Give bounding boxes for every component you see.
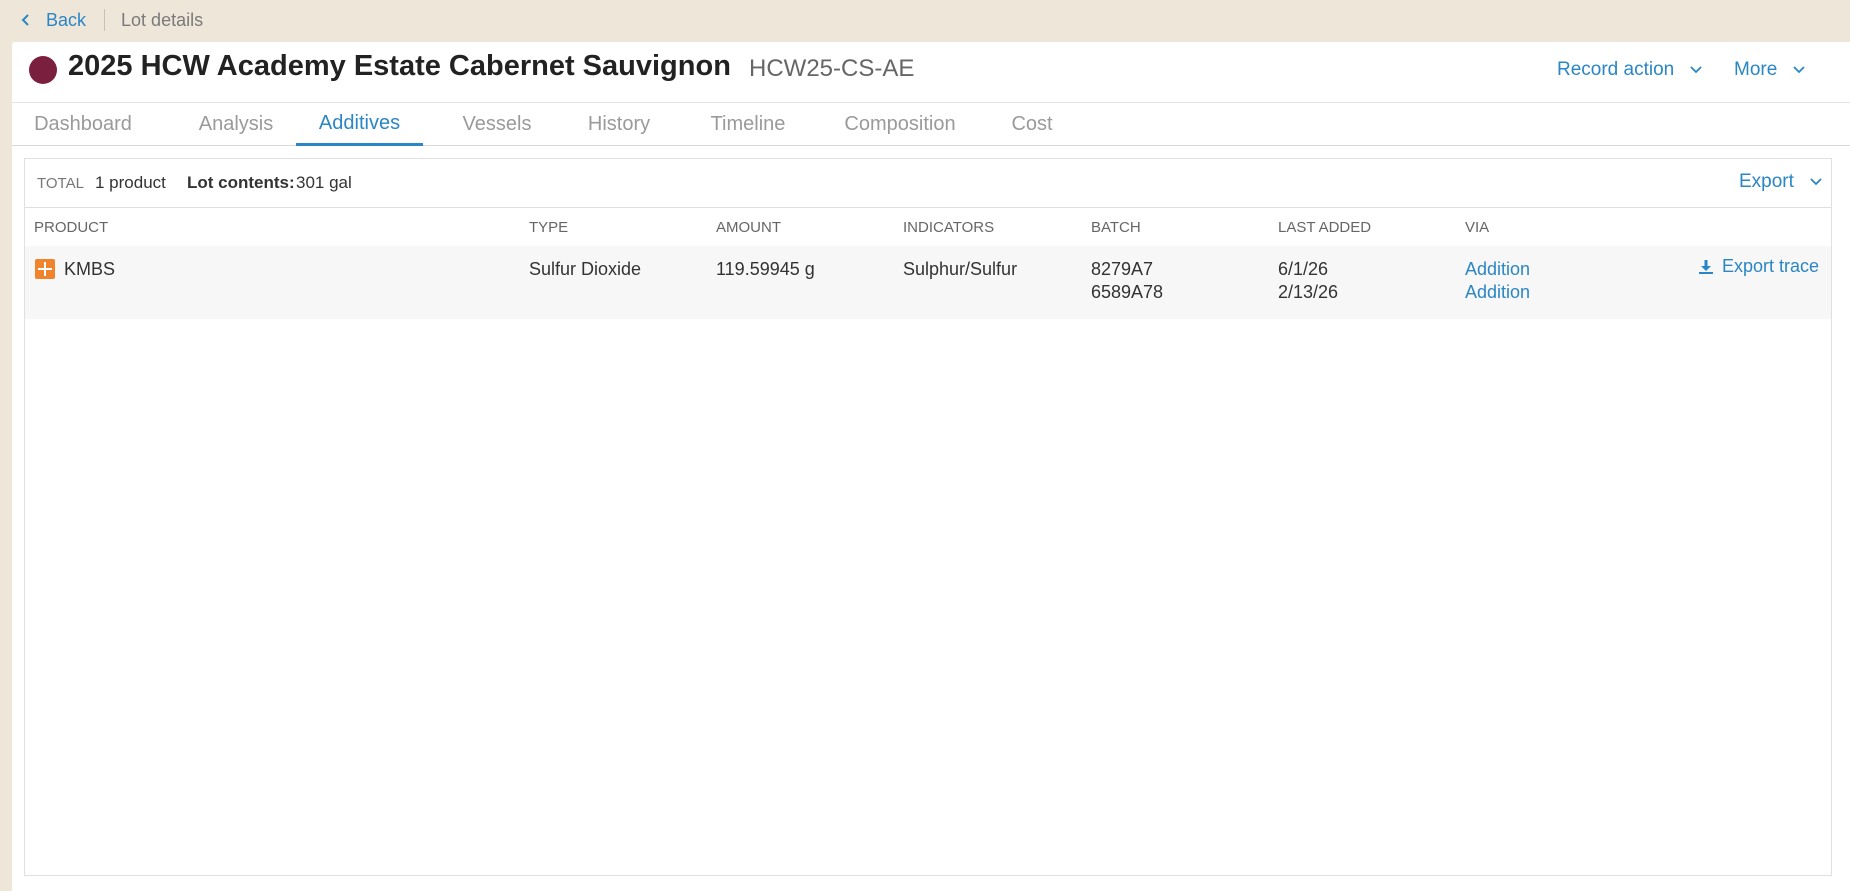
record-action-label: Record action bbox=[1557, 59, 1675, 80]
export-label: Export bbox=[1739, 171, 1794, 192]
column-header-indicators[interactable]: INDICATORS bbox=[903, 219, 994, 236]
lot-contents-label: Lot contents: bbox=[187, 173, 295, 192]
last-added-2: 2/13/26 bbox=[1278, 282, 1339, 302]
column-header-type[interactable]: TYPE bbox=[529, 219, 568, 236]
export-trace-label: Export trace bbox=[1722, 256, 1820, 276]
column-header-via[interactable]: VIA bbox=[1465, 219, 1489, 236]
lot-title: 2025 HCW Academy Estate Cabernet Sauvign… bbox=[68, 50, 731, 82]
batch-1: 8279A7 bbox=[1091, 259, 1154, 279]
column-header-batch[interactable]: BATCH bbox=[1091, 219, 1141, 236]
product-type: Sulfur Dioxide bbox=[529, 259, 642, 279]
chevron-down-icon bbox=[1793, 66, 1805, 74]
breadcrumb: Back Lot details bbox=[20, 0, 203, 40]
summary-bar: TOTAL 1 product Lot contents: 301 gal Ex… bbox=[25, 159, 1831, 208]
tab-composition[interactable]: Composition bbox=[822, 103, 978, 146]
export-button[interactable]: Export bbox=[1739, 171, 1822, 193]
column-header-last-added[interactable]: LAST ADDED bbox=[1278, 219, 1371, 236]
record-action-button[interactable]: Record action bbox=[1557, 59, 1702, 81]
tab-history[interactable]: History bbox=[564, 103, 674, 146]
via-addition-link-1[interactable]: Addition bbox=[1465, 258, 1530, 281]
lot-code: HCW25-CS-AE bbox=[749, 55, 915, 82]
product-name: KMBS bbox=[64, 259, 116, 279]
additives-panel: TOTAL 1 product Lot contents: 301 gal Ex… bbox=[24, 158, 1832, 876]
chevron-down-icon bbox=[1810, 178, 1822, 186]
lot-contents-value: 301 gal bbox=[296, 173, 352, 192]
tab-vessels[interactable]: Vessels bbox=[442, 103, 552, 146]
lot-header: 2025 HCW Academy Estate Cabernet Sauvign… bbox=[12, 42, 1850, 102]
product-amount: 119.59945 g bbox=[716, 259, 815, 279]
total-label: TOTAL bbox=[37, 175, 84, 192]
tab-bar: Dashboard Analysis Additives Vessels His… bbox=[12, 102, 1850, 146]
table-row[interactable]: KMBS Sulfur Dioxide 119.59945 g Sulphur/… bbox=[25, 246, 1831, 319]
batch-2: 6589A78 bbox=[1091, 282, 1164, 302]
tab-dashboard[interactable]: Dashboard bbox=[12, 103, 154, 146]
via-addition-link-2[interactable]: Addition bbox=[1465, 281, 1530, 304]
chevron-down-icon bbox=[1690, 66, 1702, 74]
tab-cost[interactable]: Cost bbox=[992, 103, 1072, 146]
export-trace-button[interactable]: Export trace bbox=[1698, 256, 1819, 277]
tab-analysis[interactable]: Analysis bbox=[174, 103, 298, 146]
lot-details-card: 2025 HCW Academy Estate Cabernet Sauvign… bbox=[12, 42, 1850, 891]
download-icon bbox=[1698, 259, 1714, 275]
tab-additives[interactable]: Additives bbox=[296, 103, 423, 146]
more-button[interactable]: More bbox=[1734, 59, 1805, 81]
more-label: More bbox=[1734, 59, 1778, 80]
chevron-left-icon bbox=[20, 14, 32, 26]
breadcrumb-current: Lot details bbox=[121, 9, 204, 30]
plus-square-icon bbox=[35, 259, 55, 279]
breadcrumb-divider bbox=[104, 9, 106, 31]
back-label: Back bbox=[46, 9, 87, 30]
last-added-1: 6/1/26 bbox=[1278, 259, 1329, 279]
back-link[interactable]: Back bbox=[20, 10, 86, 31]
product-count: 1 product bbox=[95, 173, 166, 192]
column-header-amount[interactable]: AMOUNT bbox=[716, 219, 781, 236]
tab-timeline[interactable]: Timeline bbox=[688, 103, 808, 146]
lot-color-dot bbox=[29, 56, 57, 84]
column-header-product[interactable]: PRODUCT bbox=[34, 219, 108, 236]
product-indicators: Sulphur/Sulfur bbox=[903, 259, 1018, 279]
